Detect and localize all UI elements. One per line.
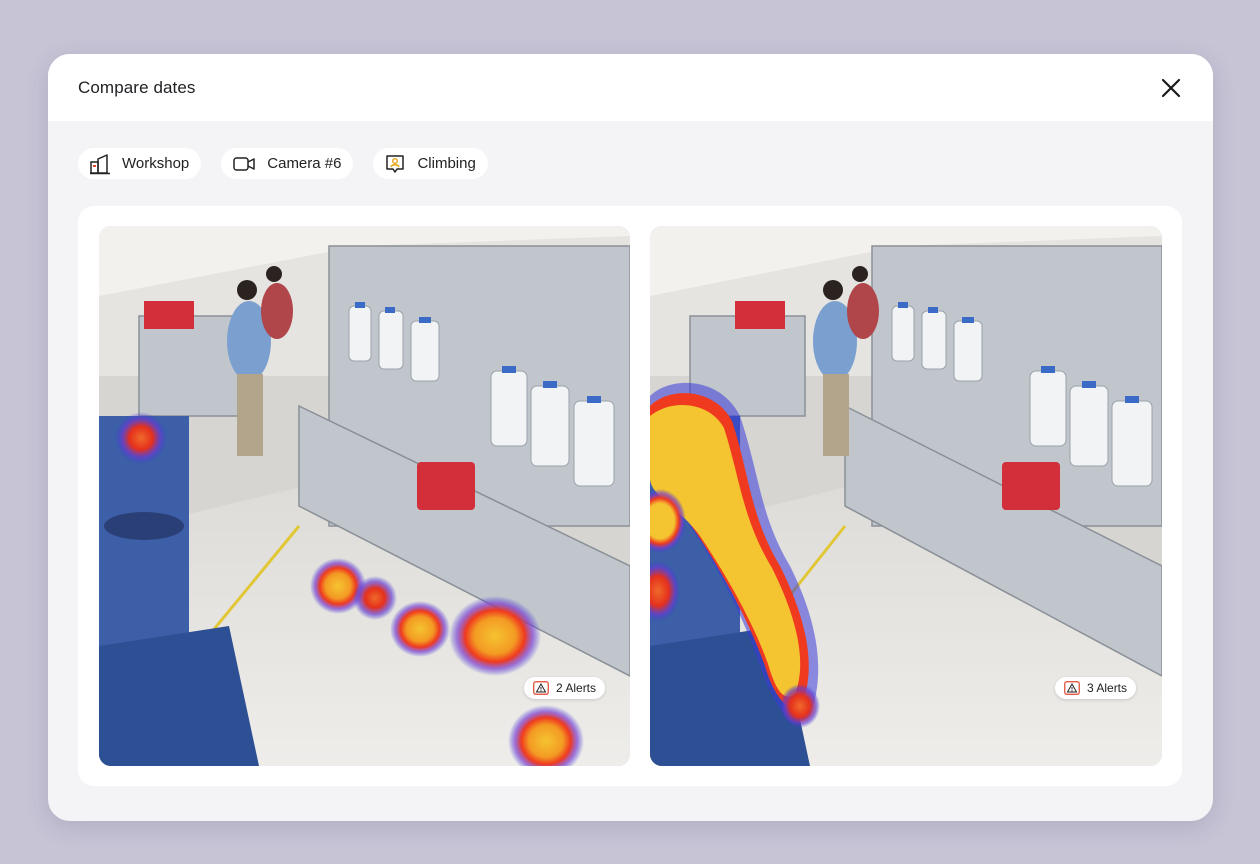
camera-feed-date-b[interactable]: 3 Alerts xyxy=(650,226,1162,766)
camera-feed-date-a[interactable]: 2 Alerts xyxy=(99,226,630,766)
warning-icon xyxy=(1064,681,1080,695)
close-icon xyxy=(1161,78,1181,98)
filter-chip-location[interactable]: Workshop xyxy=(78,148,202,179)
comparison-panel: 2 Alerts 3 Alerts xyxy=(78,206,1182,786)
alerts-badge[interactable]: 3 Alerts xyxy=(1055,677,1137,699)
modal-title: Compare dates xyxy=(78,77,196,97)
filter-chips: Workshop Camera #6 Climbing xyxy=(78,148,488,179)
building-icon xyxy=(90,153,110,174)
close-button[interactable] xyxy=(1159,76,1183,100)
filter-chip-camera[interactable]: Camera #6 xyxy=(221,148,354,179)
filter-chip-location-label: Workshop xyxy=(122,155,190,172)
warning-icon xyxy=(533,681,549,695)
filter-chip-camera-label: Camera #6 xyxy=(267,155,342,172)
alerts-badge[interactable]: 2 Alerts xyxy=(524,677,606,699)
compare-dates-modal: Compare dates Workshop Camera #6 Climbin… xyxy=(48,54,1213,821)
person-badge-icon xyxy=(386,154,405,173)
camera-icon xyxy=(233,156,256,171)
filter-chip-activity[interactable]: Climbing xyxy=(373,148,488,179)
filter-chip-activity-label: Climbing xyxy=(417,155,476,172)
alerts-count-label: 2 Alerts xyxy=(556,681,597,695)
alerts-count-label: 3 Alerts xyxy=(1087,681,1128,695)
modal-header: Compare dates xyxy=(48,54,1213,121)
